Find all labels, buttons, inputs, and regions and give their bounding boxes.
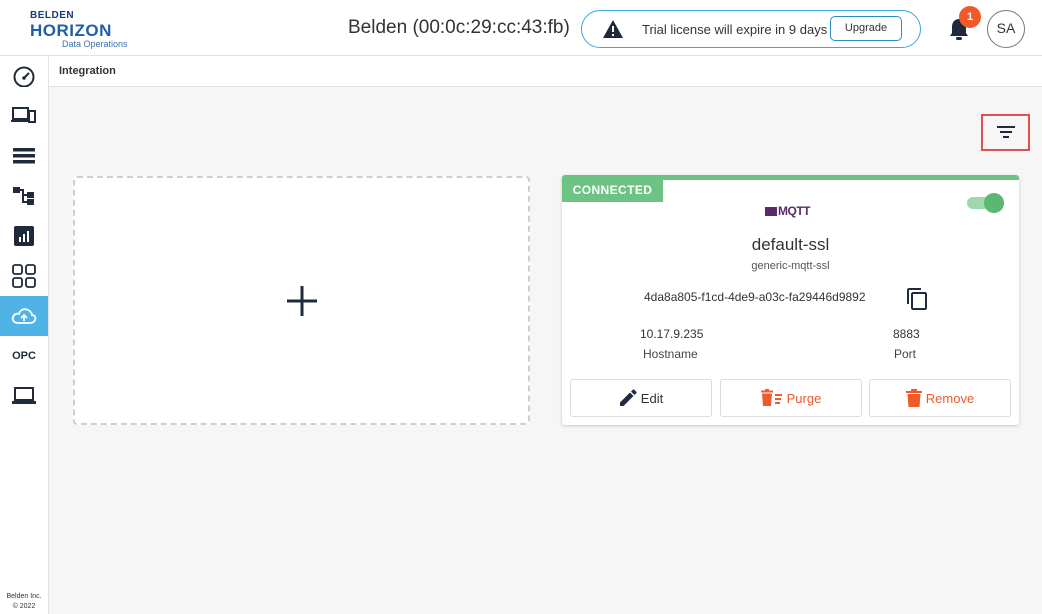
purge-label: Purge: [786, 390, 822, 406]
plus-icon: [287, 286, 317, 316]
toggle-knob: [984, 193, 1004, 213]
enable-toggle[interactable]: [967, 193, 1004, 213]
sidebar-item-devices[interactable]: [0, 96, 48, 136]
port-label: Port: [894, 347, 917, 361]
license-banner: Trial license will expire in 9 days Upgr…: [581, 10, 921, 48]
purge-button[interactable]: Purge: [720, 379, 862, 417]
hierarchy-icon: [13, 187, 34, 205]
copy-icon[interactable]: [906, 287, 928, 311]
integration-name: default-ssl: [751, 235, 830, 254]
footer-company: Belden Inc.: [6, 593, 42, 600]
warning-icon: [603, 20, 623, 38]
footer-copyright: © 2022: [12, 603, 36, 610]
remove-label: Remove: [925, 390, 975, 406]
devices-icon: [11, 107, 36, 123]
edit-label: Edit: [640, 390, 664, 406]
opc-label: OPC: [12, 350, 36, 362]
integration-id: 4da8a805-f1cd-4de9-a03c-fa29446d9892: [644, 290, 866, 304]
sidebar-item-apps[interactable]: [0, 256, 48, 296]
edit-button[interactable]: Edit: [570, 379, 712, 417]
sidebar-item-computer[interactable]: [0, 376, 48, 416]
sidebar-item-reports[interactable]: [0, 216, 48, 256]
remove-button[interactable]: Remove: [869, 379, 1011, 417]
sidebar-footer: Belden Inc. © 2022: [0, 592, 48, 612]
pencil-icon: [619, 389, 637, 406]
mqtt-logo-text: MQTT: [778, 204, 811, 218]
purge-icon: [760, 389, 782, 406]
sidebar-item-integration[interactable]: [0, 296, 48, 336]
header: BELDEN HORIZON Data Operations Belden (0…: [0, 0, 1042, 56]
notification-badge: 1: [959, 6, 981, 28]
add-integration-card[interactable]: [73, 176, 530, 425]
hostname-value: 10.17.9.235: [640, 327, 704, 341]
device-title: Belden (00:0c:29:cc:43:fb): [348, 17, 570, 38]
list-icon: [13, 148, 35, 164]
gauge-icon: [13, 66, 35, 87]
cloud-upload-icon: [11, 308, 37, 324]
trash-icon: [905, 389, 922, 407]
sidebar-item-list[interactable]: [0, 136, 48, 176]
logo-line3: Data Operations: [62, 39, 128, 49]
port-value: 8883: [893, 327, 920, 341]
status-badge: CONNECTED: [562, 179, 663, 202]
filter-button[interactable]: [981, 114, 1030, 151]
breadcrumb-bar: Integration: [49, 56, 1042, 87]
license-text: Trial license will expire in 9 days: [642, 22, 828, 37]
hostname-label: Hostname: [643, 347, 698, 361]
sidebar: OPC Belden Inc. © 2022: [0, 56, 49, 614]
mqtt-logo: MQTT: [765, 204, 819, 219]
laptop-icon: [12, 387, 36, 404]
grid-icon: [12, 264, 36, 288]
upgrade-button[interactable]: Upgrade: [830, 16, 902, 41]
integration-type: generic-mqtt-ssl: [751, 260, 830, 272]
sidebar-item-dashboard[interactable]: [0, 56, 48, 96]
breadcrumb: Integration: [59, 65, 116, 77]
logo-line2: HORIZON: [30, 21, 112, 40]
integration-card: CONNECTED MQTT default-ssl generic-mqtt-…: [562, 175, 1019, 425]
logo-line1: BELDEN: [30, 10, 75, 21]
sidebar-item-opc[interactable]: OPC: [0, 336, 48, 376]
sidebar-item-topology[interactable]: [0, 176, 48, 216]
filter-icon: [997, 126, 1015, 138]
chart-icon: [14, 226, 34, 246]
mqtt-logo-mark: [765, 207, 777, 216]
belden-horizon-logo[interactable]: BELDEN HORIZON Data Operations: [30, 10, 128, 49]
avatar[interactable]: SA: [987, 10, 1025, 48]
